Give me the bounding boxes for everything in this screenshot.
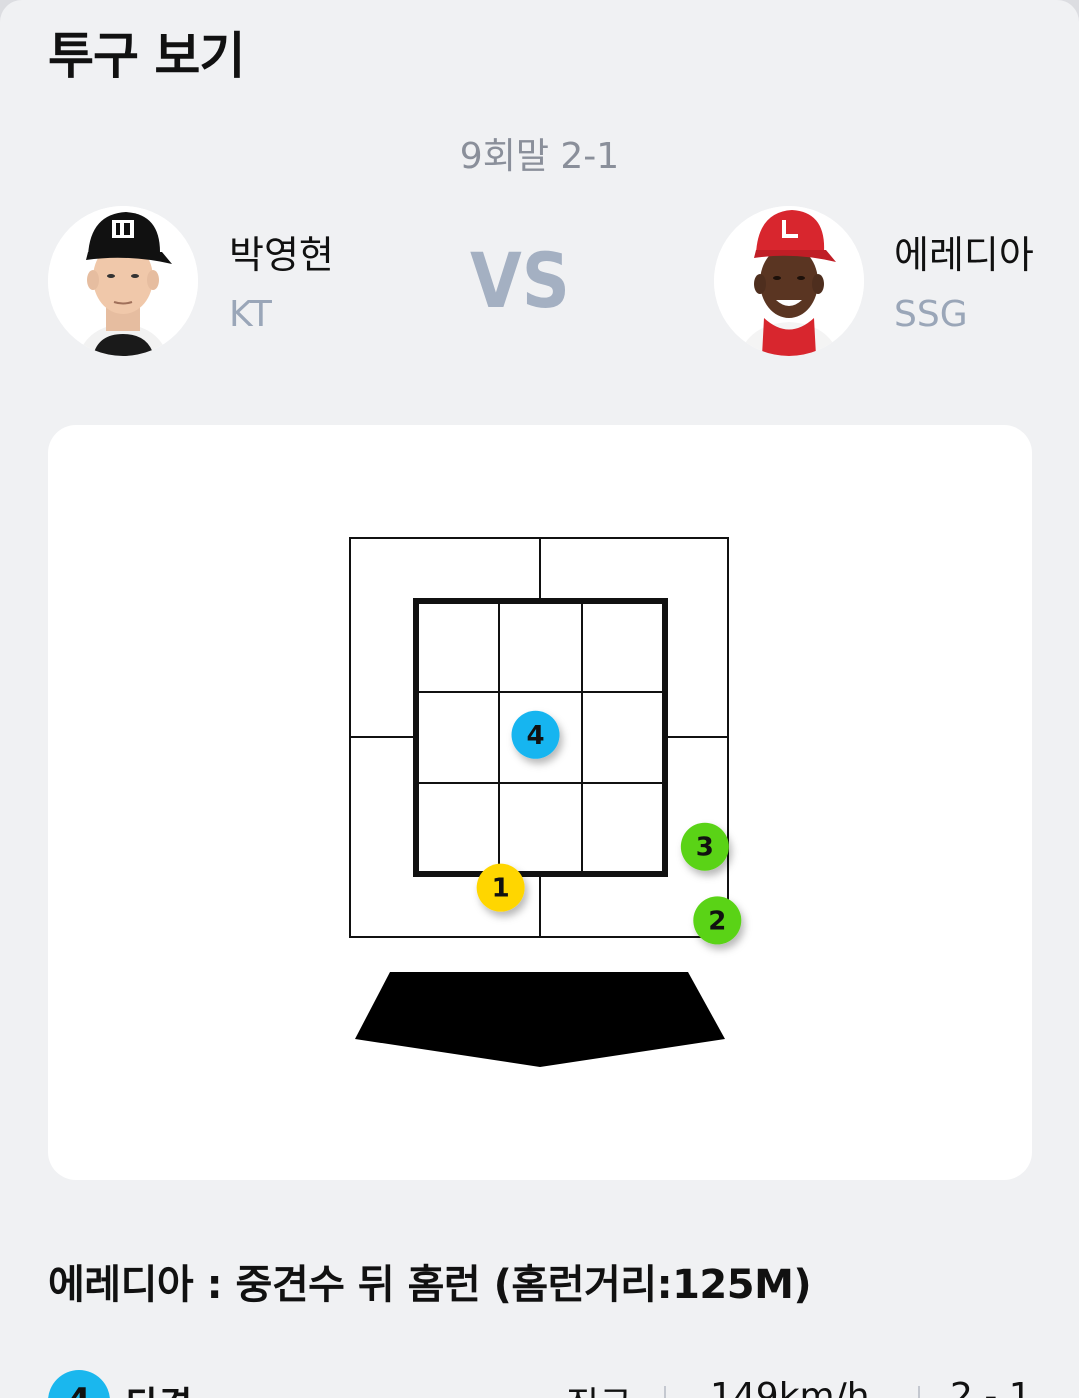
strike-zone-diagram: 1 2 3 4 (349, 537, 742, 1067)
pitch-marker-label: 1 (492, 874, 510, 904)
pitch-marker-4[interactable]: 4 (511, 710, 560, 759)
home-plate-icon (355, 972, 725, 1067)
pitch-marker-label: 4 (526, 721, 544, 751)
pitcher-name[interactable]: 박영현 (229, 224, 334, 279)
divider (664, 1386, 666, 1398)
inning-score: 9회말 2-1 (459, 136, 620, 177)
at-bat-result: 에레디아 : 중견수 뒤 홈런 (홈런거리:125M) (48, 1262, 812, 1308)
pitch-result: 타격 (126, 1376, 192, 1398)
pitch-speed: 149km/h (710, 1376, 870, 1398)
pitch-detail-row[interactable]: 4 타격 직구 149km/h 2 - 1 (0, 1366, 1079, 1398)
pitch-view-sheet: 투구 보기 9회말 2-1 박영현 KT VS 에레디아 SSG 1 2 3 4… (0, 0, 1079, 1398)
strike-zone-card: 1 2 3 4 (48, 425, 1032, 1180)
pitcher-photo-icon (48, 206, 198, 356)
batter-name[interactable]: 에레디아 (894, 224, 1034, 279)
pitch-marker-2[interactable]: 2 (693, 896, 742, 945)
page-title: 투구 보기 (48, 27, 245, 85)
pitch-marker-1[interactable]: 1 (476, 863, 525, 912)
batter-team: SSG (894, 294, 968, 335)
pitch-marker-3[interactable]: 3 (680, 822, 729, 871)
pitch-type: 직구 (566, 1376, 632, 1398)
pitch-number-badge: 4 (48, 1370, 110, 1398)
pitch-marker-label: 2 (708, 906, 726, 936)
pitch-marker-label: 3 (696, 833, 714, 863)
ball-count: 2 - 1 (950, 1376, 1032, 1398)
pitcher-avatar[interactable] (48, 206, 198, 356)
divider (918, 1386, 920, 1398)
vs-label: VS (470, 236, 570, 325)
pitcher-team: KT (229, 294, 272, 335)
batter-avatar[interactable] (714, 206, 864, 356)
batter-photo-icon (714, 206, 864, 356)
